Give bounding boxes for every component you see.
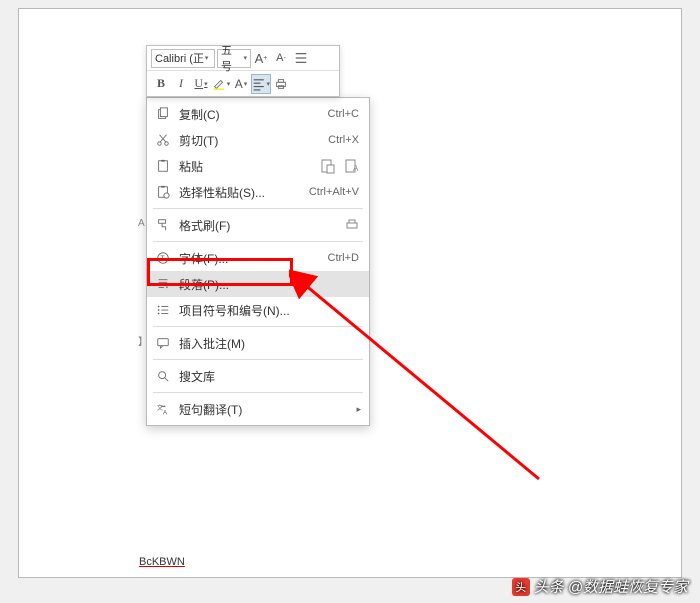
menu-label: 短句翻译(T) bbox=[179, 401, 356, 418]
paste-icon bbox=[153, 156, 173, 176]
comment-icon bbox=[153, 333, 173, 353]
menu-separator bbox=[153, 359, 363, 360]
mini-toolbar: Calibri (正 ▾ 五号 ▾ A+ A- B I U▾ ▾ A▾ bbox=[146, 45, 340, 97]
highlight-color-button[interactable]: ▾ bbox=[211, 74, 231, 94]
page-text-fragment: A bbox=[138, 218, 146, 230]
print-icon[interactable] bbox=[343, 216, 361, 234]
menu-label: 插入批注(M) bbox=[179, 335, 363, 352]
alignment-button[interactable]: ▾ bbox=[251, 74, 271, 94]
svg-text:A: A bbox=[163, 409, 168, 416]
page-footer-text: BcKBWN bbox=[139, 556, 185, 568]
font-name-value: Calibri (正 bbox=[155, 50, 204, 66]
cut-icon bbox=[153, 130, 173, 150]
toolbar-row-2: B I U▾ ▾ A▾ ▾ bbox=[147, 71, 339, 96]
font-size-value: 五号 bbox=[221, 42, 242, 74]
svg-text:T: T bbox=[160, 256, 165, 263]
font-size-selector[interactable]: 五号 ▾ bbox=[217, 49, 251, 68]
menu-label: 粘贴 bbox=[179, 158, 319, 175]
watermark-prefix: 头条 bbox=[534, 576, 564, 597]
menu-label: 搜文库 bbox=[179, 368, 363, 385]
menu-label: 格式刷(F) bbox=[179, 217, 343, 234]
font-icon: T bbox=[153, 248, 173, 268]
paste-keep-formatting-icon[interactable] bbox=[319, 157, 337, 175]
toolbar-menu-icon[interactable] bbox=[291, 48, 311, 68]
toolbar-row-1: Calibri (正 ▾ 五号 ▾ A+ A- bbox=[147, 46, 339, 71]
menu-item-insert-comment[interactable]: 插入批注(M) bbox=[147, 330, 369, 356]
menu-item-paragraph[interactable]: 段落(P)... bbox=[147, 271, 369, 297]
font-color-button[interactable]: A▾ bbox=[231, 74, 251, 94]
menu-label: 段落(P)... bbox=[179, 276, 363, 293]
menu-label: 选择性粘贴(S)... bbox=[179, 184, 309, 201]
menu-item-paste[interactable]: 粘贴 A bbox=[147, 153, 369, 179]
menu-separator bbox=[153, 208, 363, 209]
format-painter-icon bbox=[153, 215, 173, 235]
paste-text-only-icon[interactable]: A bbox=[343, 157, 361, 175]
menu-separator bbox=[153, 326, 363, 327]
menu-item-bullets[interactable]: 项目符号和编号(N)... bbox=[147, 297, 369, 323]
svg-text:文: 文 bbox=[157, 404, 163, 412]
search-icon bbox=[153, 366, 173, 386]
menu-shortcut: Ctrl+X bbox=[328, 134, 359, 146]
menu-shortcut: Ctrl+D bbox=[328, 252, 359, 264]
copy-icon bbox=[153, 104, 173, 124]
bold-button[interactable]: B bbox=[151, 74, 171, 94]
menu-item-copy[interactable]: 复制(C) Ctrl+C bbox=[147, 101, 369, 127]
chevron-down-icon: ▾ bbox=[266, 80, 270, 88]
menu-label: 字体(F)... bbox=[179, 250, 328, 267]
watermark: 头 头条 @数据蛙恢复专家 bbox=[512, 576, 688, 597]
menu-item-search-library[interactable]: 搜文库 bbox=[147, 363, 369, 389]
chevron-down-icon: ▾ bbox=[244, 80, 248, 88]
print-icon[interactable] bbox=[271, 74, 291, 94]
menu-label: 项目符号和编号(N)... bbox=[179, 302, 363, 319]
bullets-icon bbox=[153, 300, 173, 320]
watermark-author: @数据蛙恢复专家 bbox=[568, 576, 688, 597]
dropdown-arrow-icon: ▾ bbox=[205, 54, 209, 62]
translate-icon: 文A bbox=[153, 399, 173, 419]
decrease-font-icon[interactable]: A- bbox=[271, 48, 291, 68]
paragraph-icon bbox=[153, 274, 173, 294]
menu-item-paste-special[interactable]: 选择性粘贴(S)... Ctrl+Alt+V bbox=[147, 179, 369, 205]
app-frame: A 】 Calibri (正 ▾ 五号 ▾ A+ A- B I U▾ ▾ bbox=[18, 8, 682, 578]
font-name-selector[interactable]: Calibri (正 ▾ bbox=[151, 49, 215, 68]
menu-item-font[interactable]: T 字体(F)... Ctrl+D bbox=[147, 245, 369, 271]
dropdown-arrow-icon: ▾ bbox=[243, 54, 247, 62]
menu-shortcut: Ctrl+Alt+V bbox=[309, 186, 359, 198]
menu-separator bbox=[153, 392, 363, 393]
menu-label: 剪切(T) bbox=[179, 132, 328, 149]
menu-item-cut[interactable]: 剪切(T) Ctrl+X bbox=[147, 127, 369, 153]
menu-shortcut: Ctrl+C bbox=[328, 108, 359, 120]
submenu-arrow-icon: ▸ bbox=[356, 404, 361, 415]
underline-button[interactable]: U▾ bbox=[191, 74, 211, 94]
chevron-down-icon: ▾ bbox=[227, 80, 231, 88]
increase-font-icon[interactable]: A+ bbox=[251, 48, 271, 68]
paste-special-icon bbox=[153, 182, 173, 202]
menu-item-format-painter[interactable]: 格式刷(F) bbox=[147, 212, 369, 238]
paste-options: A bbox=[319, 157, 361, 175]
watermark-logo-icon: 头 bbox=[512, 578, 530, 596]
italic-button[interactable]: I bbox=[171, 74, 191, 94]
format-painter-extra bbox=[343, 216, 361, 234]
context-menu: 复制(C) Ctrl+C 剪切(T) Ctrl+X 粘贴 A 选择性粘贴(S).… bbox=[146, 97, 370, 426]
chevron-down-icon: ▾ bbox=[204, 80, 208, 88]
page-text-fragment: 】 bbox=[138, 333, 146, 345]
menu-label: 复制(C) bbox=[179, 106, 328, 123]
menu-separator bbox=[153, 241, 363, 242]
menu-item-translate[interactable]: 文A 短句翻译(T) ▸ bbox=[147, 396, 369, 422]
svg-text:A: A bbox=[353, 164, 359, 173]
